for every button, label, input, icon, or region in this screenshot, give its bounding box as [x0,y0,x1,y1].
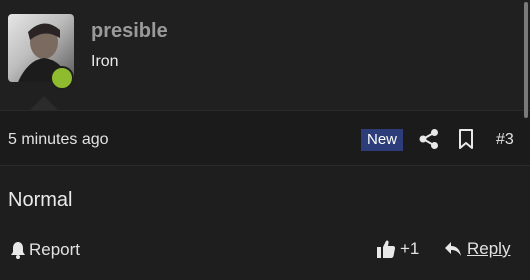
post-meta-row: 5 minutes ago New #3 [0,110,530,166]
post-header [0,0,530,110]
post-time[interactable]: 5 minutes ago [8,131,109,149]
new-badge: New [361,129,404,151]
reply-arrow-icon [445,242,461,256]
thumbs-up-icon [377,240,396,258]
bell-icon [11,242,25,259]
like-button[interactable]: +1 [376,237,419,261]
post-body: Normal [8,189,73,211]
username[interactable]: presible [91,20,168,43]
bookmark-icon[interactable] [457,128,475,150]
user-title: Iron [91,53,119,70]
reply-label: Reply [467,239,511,258]
reply-button[interactable]: Reply [444,237,510,261]
post-number[interactable]: #3 [496,131,514,149]
report-button[interactable]: Report [10,238,80,262]
share-icon[interactable] [418,128,440,150]
report-label: Report [29,240,81,259]
online-status-dot [50,66,74,90]
like-count: +1 [400,239,420,258]
header-caret [30,96,58,110]
scrollbar[interactable] [524,2,528,118]
